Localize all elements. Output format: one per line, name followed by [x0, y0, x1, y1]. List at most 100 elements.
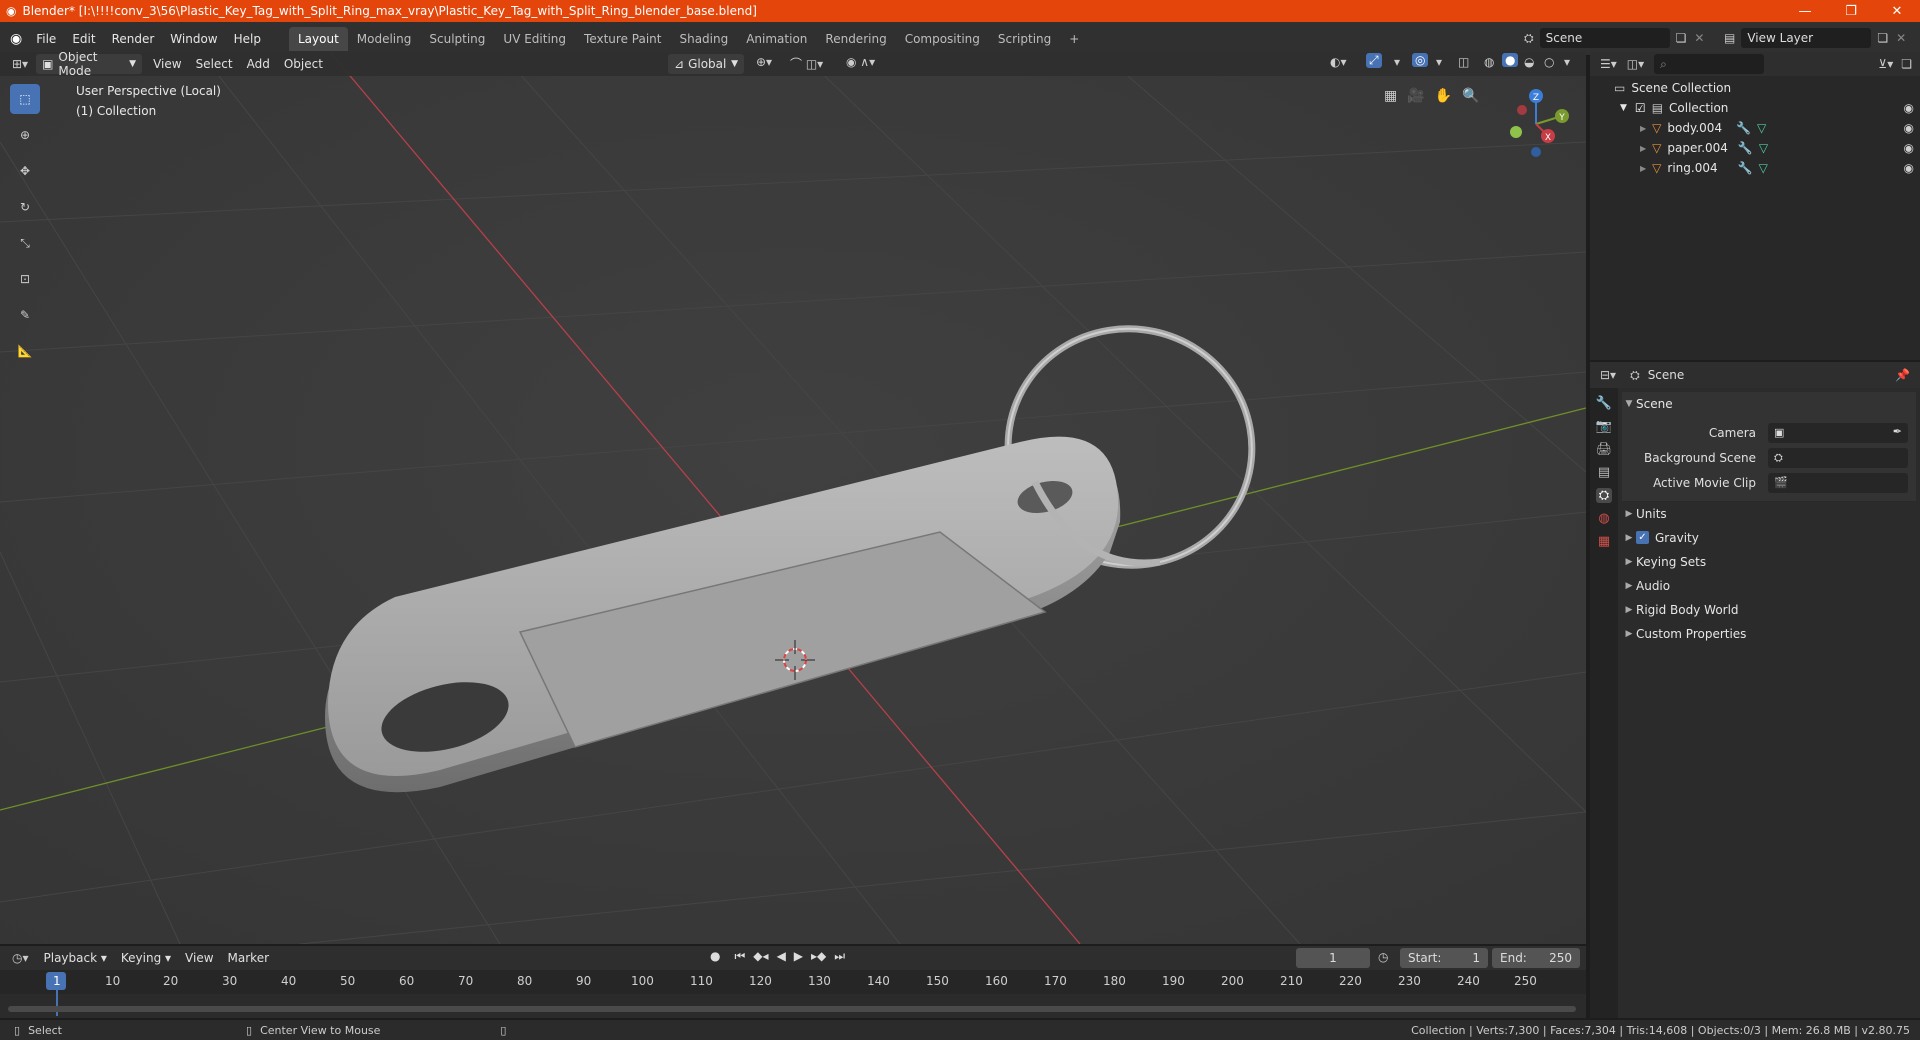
- panel-gravity[interactable]: ▶ ✓ Gravity: [1622, 525, 1916, 549]
- outliner-scene-collection[interactable]: ▭ Scene Collection: [1614, 78, 1914, 98]
- solid-shading-icon[interactable]: ●: [1502, 53, 1519, 67]
- world-tab-icon[interactable]: ◍: [1598, 511, 1609, 526]
- play-icon[interactable]: ▶: [794, 949, 803, 964]
- outliner-item-ring[interactable]: ▶ ▽ ring.004 🔧 ▽ ◉: [1614, 158, 1914, 178]
- scene-name-field[interactable]: Scene: [1539, 28, 1670, 48]
- scene-icon[interactable]: ⛭: [1524, 31, 1534, 46]
- scale-tool-icon[interactable]: ⤡: [10, 228, 40, 258]
- expand-toggle-icon[interactable]: ▼: [1620, 103, 1627, 113]
- jump-start-icon[interactable]: ⏮: [734, 949, 745, 964]
- shading-dropdown-icon[interactable]: ▾: [1564, 55, 1570, 69]
- minimize-button[interactable]: —: [1782, 0, 1828, 22]
- panel-keying-sets[interactable]: ▶ Keying Sets: [1622, 549, 1916, 573]
- rotate-tool-icon[interactable]: ↻: [10, 192, 40, 222]
- blender-menu-icon[interactable]: ◉: [10, 31, 22, 47]
- expand-toggle-icon[interactable]: ▶: [1640, 144, 1646, 153]
- proportional-editing-icon[interactable]: ◉ ∧▾: [846, 55, 875, 69]
- scene-tab-icon[interactable]: ⛭: [1595, 488, 1613, 503]
- pivot-point-icon[interactable]: ⊕▾: [756, 55, 772, 69]
- pin-icon[interactable]: 📌: [1895, 368, 1910, 382]
- menu-file[interactable]: File: [28, 28, 64, 50]
- background-scene-field[interactable]: ⛭: [1768, 447, 1908, 468]
- panel-units[interactable]: ▶ Units: [1622, 501, 1916, 525]
- properties-editor-type-icon[interactable]: ⊟▾: [1600, 368, 1616, 382]
- tab-scripting[interactable]: Scripting: [989, 27, 1060, 51]
- menu-edit[interactable]: Edit: [64, 28, 103, 50]
- camera-field[interactable]: ▣ ✒: [1768, 422, 1908, 443]
- restore-button[interactable]: ❐: [1828, 0, 1874, 22]
- menu-help[interactable]: Help: [226, 28, 269, 50]
- tab-texture-paint[interactable]: Texture Paint: [575, 27, 670, 51]
- eyedropper-icon[interactable]: ✒: [1893, 425, 1902, 438]
- xray-icon[interactable]: ◫: [1458, 55, 1469, 69]
- timeline-menu-keying[interactable]: Keying ▾: [114, 951, 178, 965]
- overlays-dropdown-icon[interactable]: ▾: [1436, 55, 1442, 69]
- end-frame-field[interactable]: End: 250: [1492, 948, 1580, 968]
- remove-scene-icon[interactable]: ✕: [1694, 31, 1704, 45]
- menu-window[interactable]: Window: [162, 28, 225, 50]
- annotate-tool-icon[interactable]: ✎: [10, 300, 40, 330]
- material-shading-icon[interactable]: ◒: [1524, 55, 1534, 69]
- preview-range-icon[interactable]: ◷: [1378, 950, 1388, 964]
- tab-animation[interactable]: Animation: [737, 27, 816, 51]
- panel-rigid-body-world[interactable]: ▶ Rigid Body World: [1622, 597, 1916, 621]
- jump-keyframe-back-icon[interactable]: ◆◂: [753, 949, 768, 964]
- new-view-layer-icon[interactable]: ❏: [1877, 31, 1888, 45]
- eye-icon[interactable]: ◉: [1904, 141, 1914, 155]
- gizmo-toggle-icon[interactable]: ⤢: [1366, 53, 1382, 68]
- move-tool-icon[interactable]: ✥: [10, 156, 40, 186]
- view-layer-icon[interactable]: ▤: [1724, 31, 1735, 45]
- gravity-checkbox[interactable]: ✓: [1636, 531, 1649, 544]
- collection-checkbox[interactable]: ☑: [1635, 101, 1646, 115]
- tab-shading[interactable]: Shading: [670, 27, 737, 51]
- viewport-menu-object[interactable]: Object: [277, 57, 330, 71]
- editor-type-icon[interactable]: ⊞▾: [12, 57, 28, 71]
- outliner-editor-type-icon[interactable]: ☰▾: [1600, 57, 1617, 71]
- 3d-viewport[interactable]: ⊞▾ ▣ Object Mode ▼ View Select Add Objec…: [0, 52, 1586, 944]
- wireframe-shading-icon[interactable]: ◍: [1484, 55, 1494, 69]
- transform-orientation-dropdown[interactable]: ⊿ Global ▼: [668, 54, 744, 74]
- rendered-shading-icon[interactable]: ○: [1544, 55, 1554, 69]
- camera-view-icon[interactable]: 🎥: [1407, 88, 1424, 104]
- tool-tab-icon[interactable]: 🔧: [1596, 396, 1612, 411]
- eye-icon[interactable]: ◉: [1904, 121, 1914, 135]
- outliner-item-paper[interactable]: ▶ ▽ paper.004 🔧 ▽ ◉: [1614, 138, 1914, 158]
- tab-uv-editing[interactable]: UV Editing: [494, 27, 575, 51]
- tab-rendering[interactable]: Rendering: [816, 27, 895, 51]
- navigation-gizmo[interactable]: Z Y X: [1490, 84, 1570, 164]
- tab-compositing[interactable]: Compositing: [896, 27, 989, 51]
- menu-render[interactable]: Render: [104, 28, 163, 50]
- texture-tab-icon[interactable]: ▦: [1598, 534, 1610, 549]
- filter-icon[interactable]: ⊻▾: [1878, 57, 1893, 71]
- transform-tool-icon[interactable]: ⊡: [10, 264, 40, 294]
- play-reverse-icon[interactable]: ◀: [777, 949, 786, 964]
- display-mode-icon[interactable]: ◫▾: [1627, 57, 1644, 71]
- current-frame-field[interactable]: 1: [1296, 948, 1370, 968]
- tab-sculpting[interactable]: Sculpting: [420, 27, 494, 51]
- expand-toggle-icon[interactable]: ▶: [1640, 164, 1646, 173]
- scene-panel-header[interactable]: ▼ Scene: [1622, 392, 1916, 416]
- panel-custom-properties[interactable]: ▶ Custom Properties: [1622, 621, 1916, 645]
- tab-modeling[interactable]: Modeling: [348, 27, 421, 51]
- timeline-menu-playback[interactable]: Playback ▾: [37, 951, 114, 965]
- tab-layout[interactable]: Layout: [288, 26, 348, 51]
- outliner-item-body[interactable]: ▶ ▽ body.004 🔧 ▽ ◉: [1614, 118, 1914, 138]
- new-collection-icon[interactable]: ❏: [1901, 57, 1912, 71]
- overlays-icon[interactable]: ◎: [1412, 53, 1429, 67]
- remove-view-layer-icon[interactable]: ✕: [1896, 31, 1906, 45]
- viewport-menu-select[interactable]: Select: [189, 57, 240, 71]
- eye-icon[interactable]: ◉: [1904, 161, 1914, 175]
- cursor-tool-icon[interactable]: ⊕: [10, 120, 40, 150]
- pan-view-icon[interactable]: ✋: [1435, 88, 1452, 104]
- expand-toggle-icon[interactable]: ▶: [1640, 124, 1646, 133]
- timeline-scrollbar[interactable]: [8, 1006, 1576, 1012]
- timeline-menu-marker[interactable]: Marker: [221, 951, 276, 965]
- toggle-perspective-icon[interactable]: ▦: [1384, 88, 1397, 104]
- zoom-view-icon[interactable]: 🔍: [1462, 88, 1479, 104]
- outliner-collection[interactable]: ▼ ☑ ▤ Collection ◉: [1614, 98, 1914, 118]
- add-workspace-button[interactable]: +: [1060, 27, 1088, 51]
- active-movie-clip-field[interactable]: 🎬: [1768, 472, 1908, 493]
- close-button[interactable]: ✕: [1874, 0, 1920, 22]
- visibility-icon[interactable]: ◐▾: [1330, 55, 1347, 69]
- snap-icon[interactable]: ⌒ ◫▾: [790, 55, 823, 72]
